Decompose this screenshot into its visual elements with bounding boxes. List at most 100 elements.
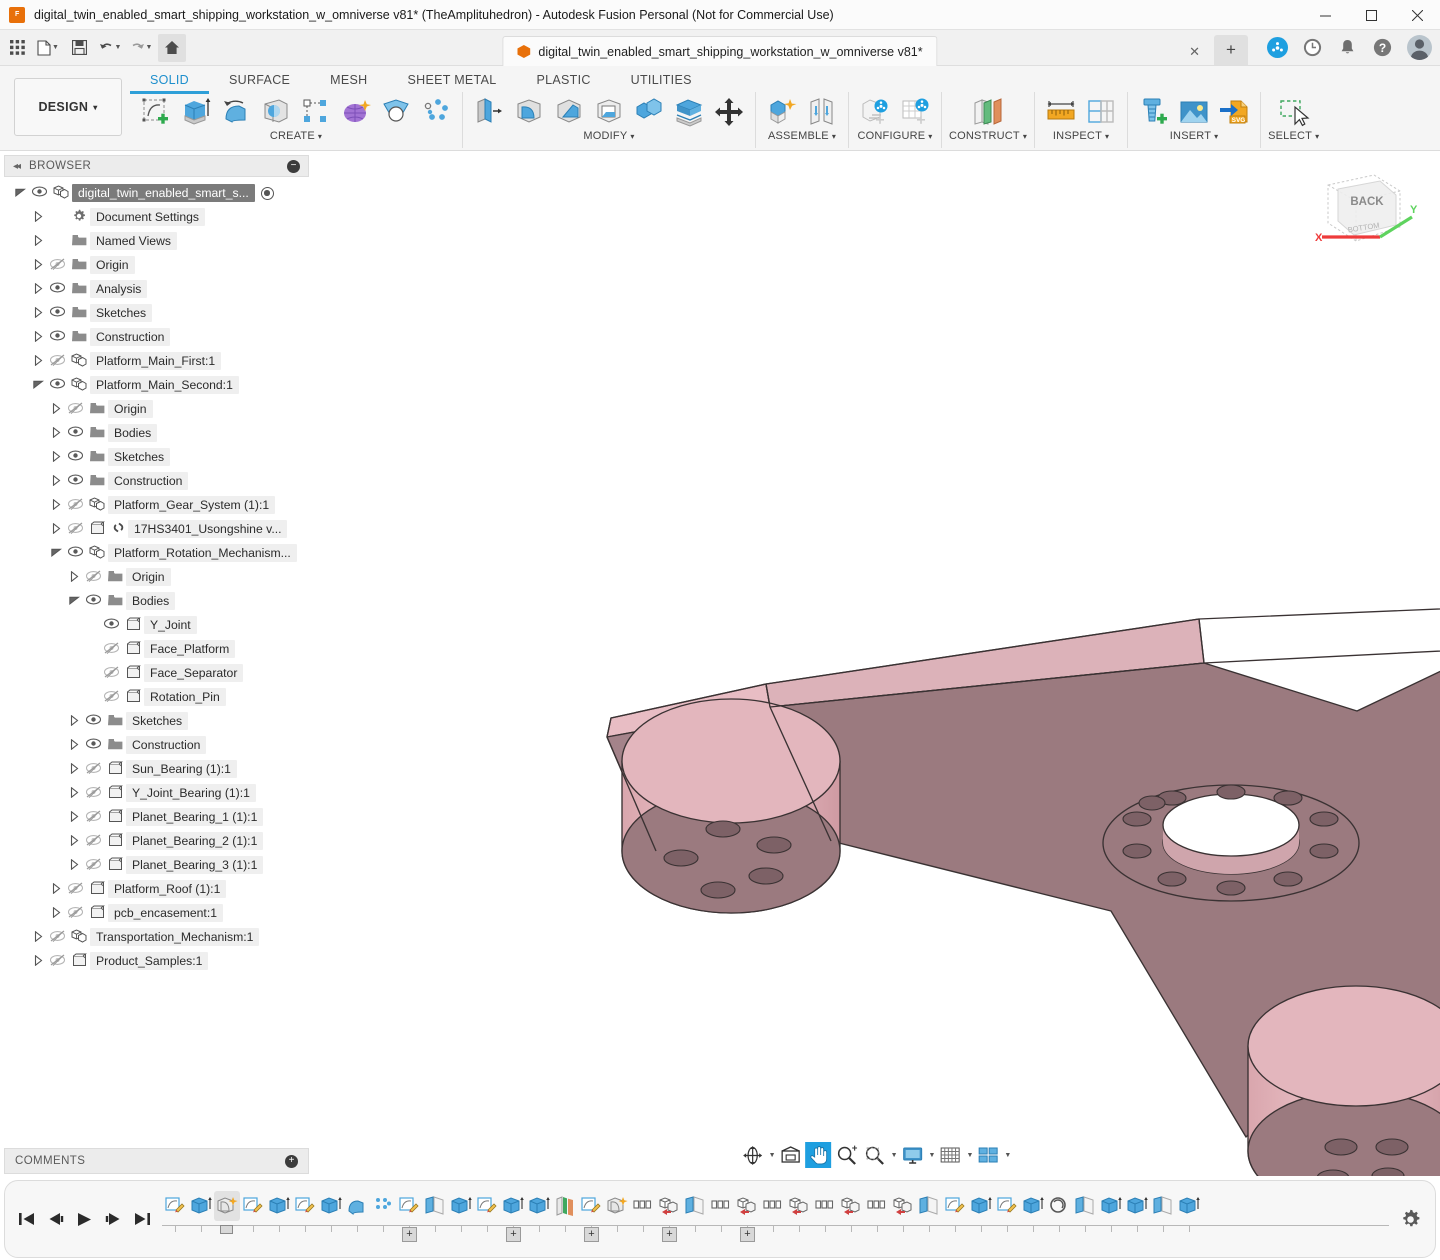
panel-create-label[interactable]: CREATE▾ [270, 130, 322, 142]
display-settings-icon[interactable] [900, 1142, 926, 1168]
go-to-beginning-button[interactable] [17, 1210, 36, 1229]
browser-minimize-icon[interactable]: − [287, 160, 300, 173]
visibility-off-icon[interactable] [64, 906, 86, 921]
tab-plastic[interactable]: PLASTIC [516, 71, 610, 94]
chevron-collapsed-icon[interactable] [66, 787, 82, 800]
redo-icon[interactable]: ▼ [127, 34, 155, 62]
tree-row[interactable]: Bodies [4, 421, 309, 445]
tree-row[interactable]: 17HS3401_Usongshine v... [4, 517, 309, 541]
save-icon[interactable] [65, 34, 93, 62]
chevron-down-icon[interactable]: ▼ [769, 1152, 776, 1159]
extrude-feature[interactable] [1020, 1191, 1046, 1221]
notifications-icon[interactable] [1337, 37, 1358, 58]
visibility-on-icon[interactable] [82, 714, 104, 728]
combine-icon[interactable] [630, 93, 668, 131]
revolve-feature[interactable] [344, 1191, 370, 1221]
chevron-collapsed-icon[interactable] [30, 331, 46, 344]
new-file-icon[interactable]: ▼ [34, 34, 62, 62]
visibility-off-icon[interactable] [100, 690, 122, 705]
tree-row[interactable]: Rotation_Pin [4, 685, 309, 709]
chevron-collapsed-icon[interactable] [30, 931, 46, 944]
tree-row[interactable]: Transportation_Mechanism:1 [4, 925, 309, 949]
tab-utilities[interactable]: UTILITIES [611, 71, 712, 94]
extrude-icon[interactable] [177, 93, 215, 131]
tree-row[interactable]: Planet_Bearing_1 (1):1 [4, 805, 309, 829]
tree-row[interactable]: Sketches [4, 445, 309, 469]
visibility-on-icon[interactable] [46, 378, 68, 392]
chevron-down-icon[interactable]: ▼ [1004, 1152, 1011, 1159]
panel-construct-label[interactable]: CONSTRUCT▾ [949, 130, 1027, 142]
tree-row[interactable]: Planet_Bearing_3 (1):1 [4, 853, 309, 877]
chevron-collapsed-icon[interactable] [48, 427, 64, 440]
tree-row[interactable]: Product_Samples:1 [4, 949, 309, 973]
visibility-on-icon[interactable] [64, 450, 86, 464]
chevron-collapsed-icon[interactable] [30, 235, 46, 248]
tree-row[interactable]: Y_Joint_Bearing (1):1 [4, 781, 309, 805]
insert-image-icon[interactable] [1175, 93, 1213, 131]
chevron-collapsed-icon[interactable] [48, 907, 64, 920]
timeline-settings-icon[interactable] [1397, 1206, 1423, 1232]
appearance-feature[interactable] [552, 1191, 578, 1221]
fillet-feature[interactable] [214, 1191, 240, 1221]
chevron-collapsed-icon[interactable] [66, 859, 82, 872]
sketch-feature[interactable] [162, 1191, 188, 1221]
extrude-feature[interactable] [1124, 1191, 1150, 1221]
section-analysis-icon[interactable] [1082, 93, 1120, 131]
pan-icon[interactable] [806, 1142, 832, 1168]
visibility-on-icon[interactable] [46, 282, 68, 296]
visibility-on-icon[interactable] [100, 618, 122, 632]
orbit-icon[interactable] [740, 1142, 766, 1168]
pattern-feature[interactable] [370, 1191, 396, 1221]
tree-row[interactable]: Origin [4, 253, 309, 277]
tree-row[interactable]: Platform_Gear_System (1):1 [4, 493, 309, 517]
tree-row[interactable]: Platform_Rotation_Mechanism... [4, 541, 309, 565]
pattern-icon[interactable] [297, 93, 335, 131]
loft-icon[interactable] [377, 93, 415, 131]
document-tab[interactable]: digital_twin_enabled_smart_shipping_work… [502, 36, 937, 66]
home-icon[interactable] [158, 34, 186, 62]
offset-plane-icon[interactable] [965, 93, 1011, 131]
panel-configure-label[interactable]: CONFIGURE▾ [857, 130, 932, 142]
tree-row[interactable]: Bodies [4, 589, 309, 613]
insert-mcmaster-icon[interactable] [1135, 93, 1173, 131]
tree-row[interactable]: Named Views [4, 229, 309, 253]
visibility-on-icon[interactable] [64, 426, 86, 440]
visibility-off-icon[interactable] [64, 882, 86, 897]
chamfer-icon[interactable] [550, 93, 588, 131]
close-button[interactable] [1394, 0, 1440, 30]
tree-row[interactable]: Sketches [4, 709, 309, 733]
chevron-expanded-icon[interactable] [12, 188, 28, 199]
extrude-feature[interactable] [266, 1191, 292, 1221]
group-feature[interactable] [630, 1191, 656, 1221]
chevron-expanded-icon[interactable] [48, 548, 64, 559]
add-comment-icon[interactable]: + [285, 1155, 298, 1168]
recent-icon[interactable] [1302, 37, 1323, 58]
sweep-icon[interactable] [257, 93, 295, 131]
timeline-group-expand[interactable]: + [740, 1227, 755, 1242]
chevron-collapsed-icon[interactable] [66, 835, 82, 848]
visibility-off-icon[interactable] [82, 762, 104, 777]
zoom-icon[interactable] [834, 1142, 860, 1168]
extrude-feature[interactable] [318, 1191, 344, 1221]
select-window-icon[interactable] [1270, 93, 1318, 131]
form-icon[interactable] [337, 93, 375, 131]
configure-table-icon[interactable] [896, 93, 934, 131]
comments-panel[interactable]: COMMENTS + [4, 1148, 309, 1174]
plane-feature[interactable] [916, 1191, 942, 1221]
tree-row[interactable]: Face_Separator [4, 661, 309, 685]
go-to-end-button[interactable] [133, 1210, 152, 1229]
extensions-icon[interactable] [1267, 37, 1288, 58]
plane-feature[interactable] [422, 1191, 448, 1221]
sketch-feature[interactable] [240, 1191, 266, 1221]
group-feature[interactable] [760, 1191, 786, 1221]
tab-mesh[interactable]: MESH [310, 71, 387, 94]
offset-face-icon[interactable] [670, 93, 708, 131]
panel-assemble-label[interactable]: ASSEMBLE▾ [768, 130, 836, 142]
extrude-feature[interactable] [1098, 1191, 1124, 1221]
measure-icon[interactable] [1042, 93, 1080, 131]
chevron-collapsed-icon[interactable] [30, 259, 46, 272]
viewport-canvas[interactable]: BACK BOTTOM X Y ▼ [311, 151, 1440, 1176]
visibility-off-icon[interactable] [82, 570, 104, 585]
step-back-button[interactable] [46, 1210, 65, 1229]
press-pull-icon[interactable] [470, 93, 508, 131]
